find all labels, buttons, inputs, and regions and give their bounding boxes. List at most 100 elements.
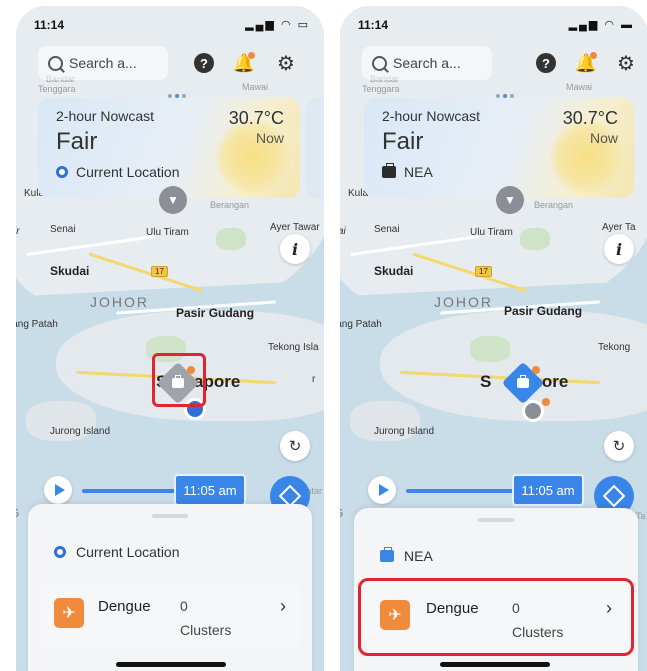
gear-icon[interactable]: ⚙ <box>616 53 636 75</box>
map-label: G <box>16 506 19 520</box>
weather-source-label: NEA <box>404 164 433 180</box>
map-label: Pasir Gudang <box>504 304 583 318</box>
chevron-down-icon[interactable]: ▼ <box>159 186 187 214</box>
refresh-icon[interactable]: ↻ <box>280 431 310 461</box>
gear-icon[interactable]: ⚙ <box>276 53 296 75</box>
sheet-handle[interactable] <box>478 518 514 522</box>
search-input[interactable]: Search a... <box>38 46 168 80</box>
notification-bell-icon[interactable]: 🔔 <box>575 52 597 73</box>
timeline-track[interactable] <box>82 489 182 493</box>
notification-bell-icon[interactable]: 🔔 <box>233 52 255 73</box>
help-button[interactable]: ? <box>194 53 214 73</box>
status-time: 11:14 <box>358 18 389 32</box>
dengue-count: 0 <box>180 598 188 614</box>
map-label: Mawai <box>566 82 593 92</box>
status-icons: ▂▄▆ ◠ ▬ <box>568 19 634 31</box>
mosquito-icon: ✈ <box>54 598 84 628</box>
weather-source[interactable]: Current Location <box>56 164 180 180</box>
map-label: Skudai <box>50 264 90 278</box>
help-button[interactable]: ? <box>536 53 556 73</box>
route-badge: 17 <box>475 266 492 277</box>
location-dot-icon <box>56 166 68 178</box>
map-label: G <box>340 506 343 520</box>
route-badge: 17 <box>151 266 168 277</box>
map-label: Senai <box>374 224 400 235</box>
map-label: ir <box>16 226 20 237</box>
weather-title: 2-hour Nowcast <box>382 108 481 124</box>
bottom-sheet[interactable]: Current Location ✈ Dengue 0 Clusters › <box>28 504 312 671</box>
map-label: Berangan <box>210 200 250 210</box>
map-label: Mawai <box>242 82 269 92</box>
status-bar: 11:14 ▂▄▆ ◠ ▭ <box>16 6 324 36</box>
play-icon <box>54 484 65 496</box>
sheet-header: NEA <box>366 536 626 576</box>
map-label: Skudai <box>374 264 414 278</box>
search-placeholder: Search a... <box>69 55 137 71</box>
map-label: Ayer Tawar <box>270 222 320 233</box>
search-icon <box>372 55 387 71</box>
timeline-track[interactable] <box>406 489 516 493</box>
refresh-icon[interactable]: ↻ <box>604 431 634 461</box>
sheet-header-label: Current Location <box>76 544 180 560</box>
home-indicator[interactable] <box>440 662 550 667</box>
map-label: lang Patah <box>16 319 58 330</box>
chevron-down-icon[interactable]: ▼ <box>496 186 524 214</box>
map-label-singapore: S <box>480 372 492 391</box>
timeline-time[interactable]: 11:05 am <box>512 474 584 506</box>
map-label: JOHOR <box>434 294 493 310</box>
dengue-dot <box>532 366 540 374</box>
dengue-label: Dengue <box>98 598 151 615</box>
weather-title: 2-hour Nowcast <box>56 108 155 124</box>
bottom-sheet[interactable]: NEA ✈ Dengue 0 Clusters › <box>354 508 638 671</box>
sheet-handle[interactable] <box>152 514 188 518</box>
play-icon <box>378 484 389 496</box>
weather-temperature: 30.7°C <box>562 108 618 128</box>
weather-time: Now <box>589 130 618 146</box>
map-label: Pasir Gudang <box>176 306 255 320</box>
weather-source[interactable]: NEA <box>382 163 433 180</box>
map-label: Tenggara <box>362 84 400 94</box>
map-label: Berangan <box>534 200 574 210</box>
chevron-right-icon: › <box>280 596 286 616</box>
status-time: 11:14 <box>34 18 65 32</box>
briefcase-icon <box>382 163 396 178</box>
weather-time: Now <box>255 130 284 146</box>
weather-card[interactable]: 2-hour Nowcast 30.7°C Fair Now NEA <box>364 98 634 198</box>
weather-source-label: Current Location <box>76 164 180 180</box>
status-bar: 11:14 ▂▄▆ ◠ ▬ <box>340 6 647 36</box>
info-button[interactable]: i <box>604 234 634 264</box>
dengue-row[interactable]: ✈ Dengue 0 Clusters › <box>40 582 300 648</box>
play-button[interactable] <box>368 476 396 504</box>
map-label: Tenggara <box>38 84 76 94</box>
info-button[interactable]: i <box>280 234 310 264</box>
map-island <box>380 311 647 421</box>
map-label: JOHOR <box>90 294 149 310</box>
highlight-box <box>152 353 206 407</box>
briefcase-icon <box>517 378 529 388</box>
dengue-unit: Clusters <box>180 622 232 638</box>
status-icons: ▂▄▆ ◠ ▭ <box>245 19 310 31</box>
play-button[interactable] <box>44 476 72 504</box>
layers-icon <box>602 484 626 508</box>
current-location-marker[interactable] <box>522 400 544 422</box>
map-label: Ayer Ta <box>602 222 636 233</box>
timeline-time[interactable]: 11:05 am <box>174 474 246 506</box>
phone-screen-left: Bandar Tenggara Mawai Kula Berangan Sena… <box>16 6 324 671</box>
notification-badge <box>590 52 597 59</box>
location-dot-icon <box>54 546 66 558</box>
weather-temperature: 30.7°C <box>228 108 284 128</box>
map-label: Jurong Island <box>50 426 111 437</box>
briefcase-icon <box>380 547 394 562</box>
search-input[interactable]: Search a... <box>362 46 492 80</box>
highlight-box <box>358 578 634 656</box>
map-label: r <box>312 374 316 385</box>
home-indicator[interactable] <box>116 662 226 667</box>
phone-screen-right: Bandar Tenggara Mawai Kula Berangan Sena… <box>340 6 647 671</box>
weather-card[interactable]: 2-hour Nowcast 30.7°C Fair Now Current L… <box>38 98 300 198</box>
map-park <box>520 228 550 250</box>
next-card-peek[interactable] <box>306 98 324 198</box>
search-icon <box>48 55 63 71</box>
map-label: lang Patah <box>340 319 382 330</box>
weather-condition: Fair <box>382 128 424 155</box>
map-label: Senai <box>50 224 76 235</box>
